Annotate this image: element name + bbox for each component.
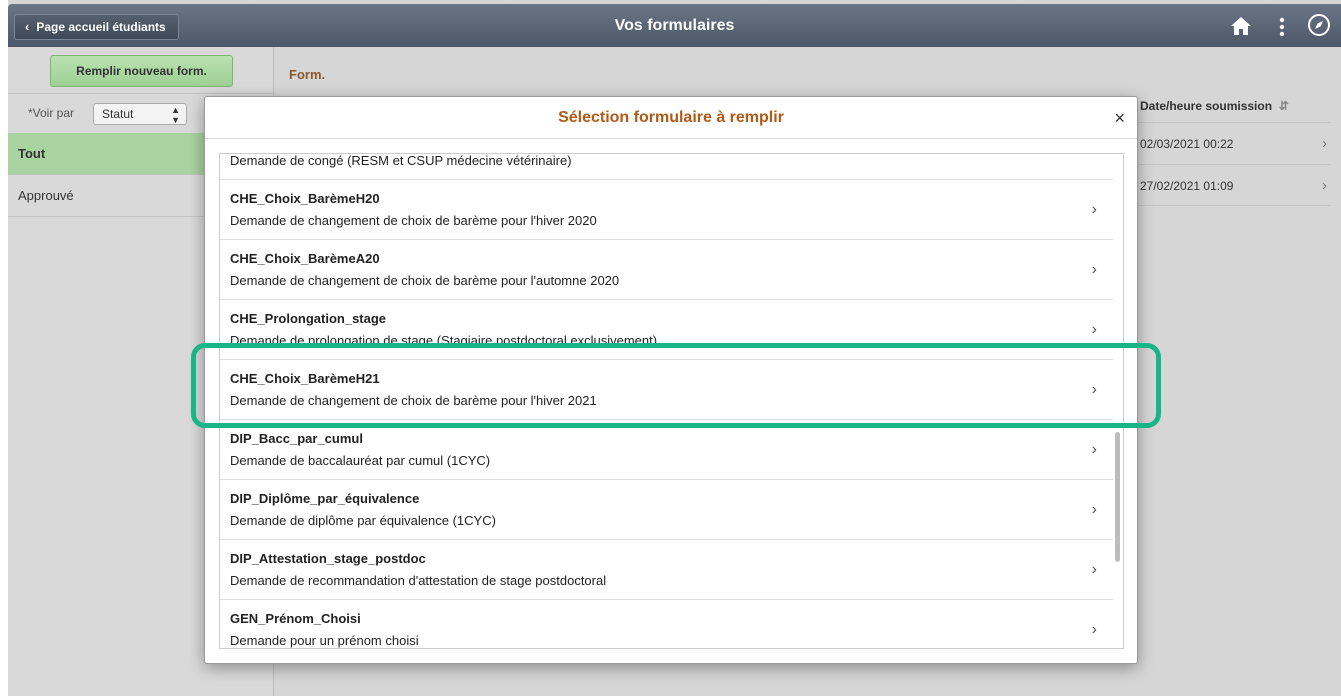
home-icon[interactable] — [1230, 16, 1252, 36]
item-desc: Demande de changement de choix de barème… — [230, 393, 597, 408]
modal-title: Sélection formulaire à remplir — [558, 109, 784, 126]
row-date: 02/03/2021 00:22 — [1140, 137, 1234, 151]
list-item[interactable]: DIP_Diplôme_par_équivalence Demande de d… — [220, 480, 1113, 540]
item-desc: Demande de prolongation de stage (Stagia… — [230, 333, 658, 348]
item-code: CHE_Prolongation_stage — [230, 311, 387, 326]
table-row[interactable]: 27/02/2021 01:09 › — [1138, 164, 1331, 206]
chevron-right-icon: › — [1091, 321, 1097, 338]
list-item[interactable]: DIP_Bacc_par_cumul Demande de baccalauré… — [220, 420, 1113, 480]
item-desc: Demande pour un prénom choisi — [230, 633, 419, 648]
chevron-right-icon: › — [1091, 561, 1097, 578]
item-code: DIP_Bacc_par_cumul — [230, 431, 363, 446]
list-item[interactable]: DIP_Attestation_stage_postdoc Demande de… — [220, 540, 1113, 600]
item-desc: Demande de changement de choix de barème… — [230, 213, 597, 228]
item-desc: Demande de congé (RESM et CSUP médecine … — [230, 153, 572, 168]
list-item[interactable]: CHE_Choix_BarèmeA20 Demande de changemen… — [220, 240, 1113, 300]
list-item[interactable]: Demande de congé (RESM et CSUP médecine … — [220, 153, 1113, 180]
item-code: CHE_Choix_BarèmeH21 — [230, 371, 380, 386]
row-date: 27/02/2021 01:09 — [1140, 179, 1234, 193]
item-code: DIP_Attestation_stage_postdoc — [230, 551, 426, 566]
item-code: CHE_Choix_BarèmeA20 — [230, 251, 380, 266]
close-icon[interactable]: × — [1114, 108, 1125, 128]
date-column-label: Date/heure soumission — [1140, 99, 1273, 113]
form-selection-modal: Sélection formulaire à remplir × Demande… — [204, 96, 1138, 664]
item-desc: Demande de diplôme par équivalence (1CYC… — [230, 513, 496, 528]
chevron-right-icon: › — [1092, 154, 1097, 180]
chevron-right-icon: › — [1322, 177, 1327, 194]
page-title: Vos formulaires — [614, 17, 735, 34]
table-row[interactable]: 02/03/2021 00:22 › — [1138, 122, 1331, 164]
scrollbar[interactable] — [1115, 432, 1120, 562]
chevron-right-icon: › — [1091, 261, 1097, 278]
back-button-label: Page accueil étudiants — [36, 20, 166, 34]
list-item[interactable]: CHE_Prolongation_stage Demande de prolon… — [220, 300, 1113, 360]
list-item[interactable]: CHE_Choix_BarèmeH20 Demande de changemen… — [220, 180, 1113, 240]
chevron-right-icon: › — [1091, 621, 1097, 638]
chevron-right-icon: › — [1091, 441, 1097, 458]
item-desc: Demande de recommandation d'attestation … — [230, 573, 607, 588]
modal-header: Sélection formulaire à remplir × — [205, 97, 1137, 139]
sort-icon: ⇵ — [1275, 99, 1289, 113]
item-desc: Demande de changement de choix de barème… — [230, 273, 620, 288]
new-form-button[interactable]: Remplir nouveau form. — [50, 55, 233, 87]
item-code: GEN_Prénom_Choisi — [230, 611, 361, 626]
chevron-right-icon: › — [1091, 501, 1097, 518]
date-column-header[interactable]: Date/heure soumission ⇵ — [1138, 92, 1341, 120]
filter-select[interactable]: Statut ▲ ▼ — [93, 103, 187, 125]
form-list[interactable]: Demande de congé (RESM et CSUP médecine … — [219, 153, 1124, 649]
list-item[interactable]: GEN_Prénom_Choisi Demande pour un prénom… — [220, 600, 1113, 648]
item-code: DIP_Diplôme_par_équivalence — [230, 491, 420, 506]
chevron-right-icon: › — [1091, 201, 1097, 218]
select-arrows-icon: ▲ ▼ — [171, 105, 180, 125]
chevron-right-icon: › — [1091, 381, 1097, 398]
form-column-label: Form. — [289, 67, 326, 82]
back-button[interactable]: ‹ Page accueil étudiants — [14, 14, 179, 40]
filter-select-value: Statut — [102, 107, 134, 121]
chevron-left-icon: ‹ — [25, 19, 30, 34]
chevron-right-icon: › — [1322, 135, 1327, 152]
filter-label: *Voir par — [28, 106, 75, 120]
item-code: CHE_Choix_BarèmeH20 — [230, 191, 380, 206]
list-item[interactable]: CHE_Choix_BarèmeH21 Demande de changemen… — [220, 360, 1113, 420]
nav-bar-icon[interactable] — [1307, 13, 1331, 37]
item-desc: Demande de baccalauréat par cumul (1CYC) — [230, 453, 491, 468]
header-bar: Vos formulaires ‹ Page accueil étudiants — [8, 4, 1341, 47]
kebab-menu-icon[interactable] — [1279, 17, 1285, 37]
